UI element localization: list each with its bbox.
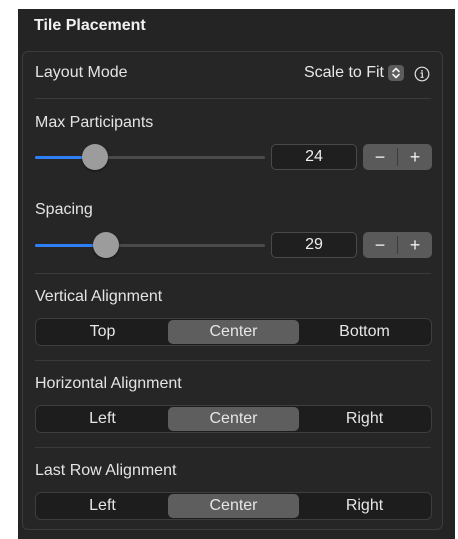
segment-center[interactable]: Center	[168, 320, 299, 344]
decrement-button[interactable]: −	[363, 232, 397, 258]
increment-button[interactable]: +	[398, 232, 432, 258]
vertical-alignment-control: Top Center Bottom	[35, 318, 432, 346]
spacing-stepper: − +	[363, 232, 432, 258]
vertical-alignment-label: Vertical Alignment	[35, 288, 163, 305]
segment-left[interactable]: Left	[37, 407, 168, 431]
chevron-up-down-icon	[388, 65, 404, 81]
spacing-field[interactable]: 29	[271, 232, 357, 258]
settings-group: Layout Mode Scale to Fit Max Participant…	[22, 51, 443, 530]
layout-mode-label: Layout Mode	[35, 64, 128, 81]
layout-mode-select[interactable]: Scale to Fit	[304, 64, 404, 82]
slider-thumb[interactable]	[81, 144, 108, 170]
segment-right[interactable]: Right	[299, 494, 430, 518]
layout-mode-value: Scale to Fit	[303, 64, 384, 81]
max-participants-stepper: − +	[363, 144, 432, 170]
last-row-alignment-label: Last Row Alignment	[35, 462, 177, 479]
segment-center[interactable]: Center	[168, 494, 299, 518]
divider	[35, 447, 431, 448]
slider-thumb[interactable]	[93, 232, 120, 258]
segment-top[interactable]: Top	[37, 320, 168, 344]
decrement-button[interactable]: −	[363, 144, 397, 170]
segment-left[interactable]: Left	[37, 494, 168, 518]
info-icon[interactable]	[414, 66, 430, 82]
spacing-label: Spacing	[35, 201, 93, 218]
spacing-slider[interactable]	[35, 232, 265, 258]
max-participants-slider[interactable]	[35, 144, 265, 170]
segment-bottom[interactable]: Bottom	[299, 320, 430, 344]
max-participants-field[interactable]: 24	[271, 144, 357, 170]
segment-right[interactable]: Right	[299, 407, 430, 431]
horizontal-alignment-label: Horizontal Alignment	[35, 375, 182, 392]
panel-title: Tile Placement	[34, 17, 146, 34]
divider	[35, 98, 431, 99]
divider	[35, 360, 431, 361]
horizontal-alignment-control: Left Center Right	[35, 405, 432, 433]
divider	[35, 273, 431, 274]
tile-placement-panel: Tile Placement Layout Mode Scale to Fit …	[18, 9, 455, 539]
last-row-alignment-control: Left Center Right	[35, 492, 432, 520]
segment-center[interactable]: Center	[168, 407, 299, 431]
increment-button[interactable]: +	[398, 144, 432, 170]
max-participants-label: Max Participants	[35, 114, 154, 131]
